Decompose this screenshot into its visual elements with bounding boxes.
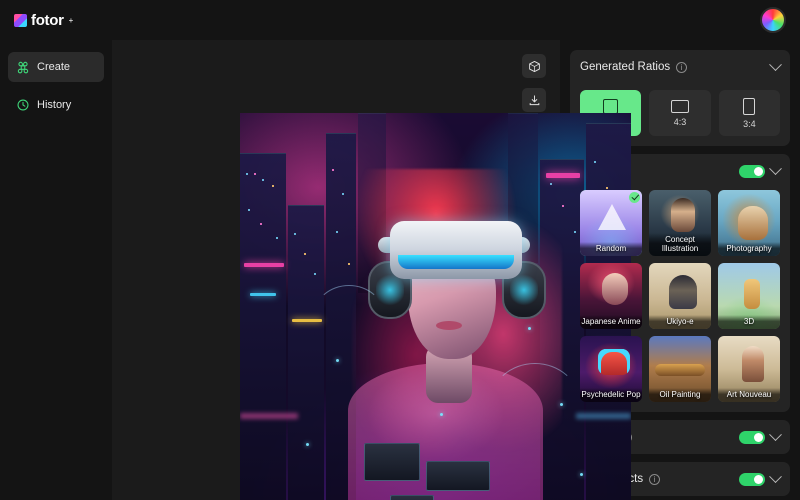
history-icon [16,98,30,112]
style-card-art-nouveau[interactable]: Art Nouveau [718,336,780,402]
top-bar: fotor + [0,0,800,40]
style-label: 3D [718,315,780,329]
sidebar-item-history[interactable]: History [8,90,104,120]
fotor-ai-image-generator-window: fotor + Create H [0,0,800,500]
generated-ratios-header[interactable]: Generated Ratios i [580,50,780,84]
ratio-label: 4:3 [674,117,687,127]
ratio-label: 3:4 [743,119,756,129]
vr-character-layer [240,113,631,500]
square-shape-icon [603,99,618,114]
landscape-shape-icon [671,100,689,113]
styles-toggle[interactable] [739,165,765,178]
style-label: Oil Painting [649,388,711,402]
info-icon[interactable]: i [676,62,687,73]
sidebar-item-label: History [37,99,71,111]
style-label: Psychedelic Pop [580,388,642,402]
download-glyph [528,94,541,107]
chevron-down-icon[interactable] [769,162,782,175]
style-card-random[interactable]: Random [580,190,642,256]
brand-superscript: + [69,16,74,25]
style-label: Random [580,242,642,256]
style-label: Art Nouveau [718,388,780,402]
style-card-ukiyo-e[interactable]: Ukiyo-e [649,263,711,329]
brand-name: fotor [31,12,64,29]
style-label: Photography [718,242,780,256]
style-label: Japanese Anime [580,315,642,329]
details-toggle[interactable] [739,431,765,444]
cube-3d-glyph [528,60,541,73]
style-card-psychedelic-pop[interactable]: Psychedelic Pop [580,336,642,402]
styles-section: Styles i Random Concept Illustration [570,154,790,412]
styles-grid: Random Concept Illustration Photography … [580,188,780,412]
ratio-option-3-4[interactable]: 3:4 [719,90,780,136]
light-effects-toggle[interactable] [739,473,765,486]
create-icon [16,60,30,74]
section-title: Generated Ratios [580,61,670,73]
style-card-japanese-anime[interactable]: Japanese Anime [580,263,642,329]
chevron-down-icon[interactable] [769,58,782,71]
style-card-concept-illustration[interactable]: Concept Illustration [649,190,711,256]
ratio-option-4-3[interactable]: 4:3 [649,90,710,136]
chevron-down-icon[interactable] [769,470,782,483]
canvas-area [112,40,560,500]
brand-logo[interactable]: fotor + [14,12,73,29]
check-icon [629,192,640,203]
left-sidebar: Create History [0,40,112,500]
style-label: Ukiyo-e [649,315,711,329]
avatar[interactable] [760,7,786,33]
style-label: Concept Illustration [649,233,711,256]
sidebar-item-create[interactable]: Create [8,52,104,82]
info-icon[interactable]: i [649,474,660,485]
main-body: Create History [0,40,800,500]
generated-image[interactable] [240,113,631,500]
style-card-photography[interactable]: Photography [718,190,780,256]
sidebar-item-label: Create [37,61,70,73]
chevron-down-icon[interactable] [769,428,782,441]
style-card-oil-painting[interactable]: Oil Painting [649,336,711,402]
style-card-3d[interactable]: 3D [718,263,780,329]
fotor-logo-icon [14,14,27,27]
cube-3d-icon[interactable] [522,54,546,78]
download-icon[interactable] [522,88,546,112]
portrait-shape-icon [743,98,755,115]
